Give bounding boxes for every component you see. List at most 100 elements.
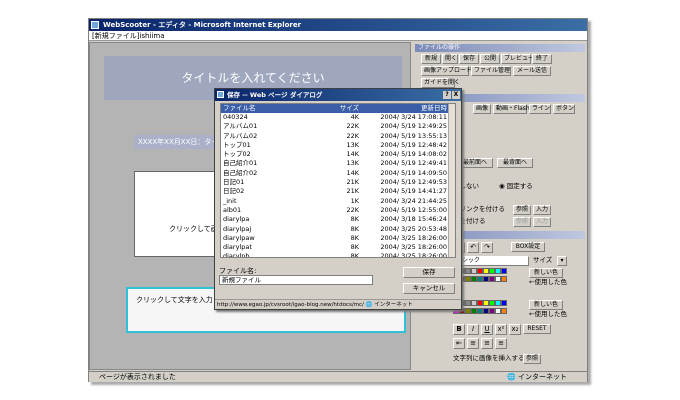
send-back-button[interactable]: 最背面へ [497,158,533,168]
text-box-hint: クリックして文字を入力 [136,296,213,304]
file-name-cell: diarylpaj [223,224,252,233]
file-row[interactable]: 日記02 21K 2004/ 5/19 14:41:27 [221,187,455,196]
window-title: WebScooter - エディタ - Microsoft Internet E… [103,21,302,29]
file-row[interactable]: diarylpa 8K 2004/ 3/18 15:46:24 [221,215,455,224]
used-color-label: ←使用した色 [529,278,567,286]
col-size[interactable]: サイズ [321,104,359,113]
file-list-scrollbar[interactable] [448,104,455,257]
insert-line-button[interactable]: ライン [529,104,551,114]
reset-button[interactable]: RESET [523,324,551,334]
link-input-button[interactable]: 入力 [533,205,551,215]
file-list[interactable]: ファイル名 サイズ 更新日時 040324 4K 2004/ 3/24 17:08:… [220,103,456,258]
align-right-icon[interactable]: ≡ [495,338,507,349]
file-date-cell: 2004/ 3/25 18:26:00 [380,252,447,258]
new-button[interactable]: 新規 [421,54,441,64]
file-row[interactable]: diarylpaw 8K 2004/ 3/25 18:26:00 [221,234,455,243]
file-name-cell: 日記02 [223,187,245,196]
file-row[interactable]: 自己紹介02 14K 2004/ 5/19 14:09:50 [221,169,455,178]
superscript-icon[interactable]: x² [495,324,507,335]
col-filename[interactable]: ファイル名 [221,104,321,113]
status-text: ページが表示されました [99,373,176,381]
chevron-down-icon: ▾ [560,257,564,264]
bring-front-button[interactable]: 最前面へ [457,158,493,168]
subscript-icon[interactable]: x₂ [509,324,521,335]
publish-button[interactable]: 公開 [480,54,500,64]
file-row[interactable]: alb01 22K 2004/ 5/19 12:55:00 [221,206,455,215]
open-button[interactable]: 開く [442,54,458,64]
save-button[interactable]: 保存 [459,54,479,64]
file-name-cell: diarylpa [223,215,250,224]
color-swatch[interactable] [501,308,507,314]
font-select[interactable]: ゴシック [453,256,529,266]
file-manage-button[interactable]: ファイル管理 [471,66,511,76]
window-titlebar: WebScooter - エディタ - Microsoft Internet E… [89,19,587,31]
globe-icon: 🌐 [365,302,375,308]
file-name-cell: diarylpat [223,243,252,252]
file-name-cell: diarylpaw [223,233,255,242]
box-setting-button[interactable]: BOX設定 [511,242,545,252]
file-row[interactable]: 日記01 21K 2004/ 5/19 12:49:53 [221,178,455,187]
position-fixed-label: 固定する [506,182,533,190]
file-size-cell: 22K [346,122,359,131]
color-swatch[interactable] [501,276,507,282]
dialog-status-zone: インターネット [374,302,413,308]
status-bar: ページが表示されました 🌐 インターネット [89,371,587,382]
file-row[interactable]: diarylpat 8K 2004/ 3/25 18:26:00 [221,243,455,252]
file-row[interactable]: _init 1K 2004/ 3/24 21:44:25 [221,197,455,206]
align-left-icon[interactable]: ≡ [467,338,479,349]
file-section-header: ファイルの操作 [415,44,585,52]
size-select[interactable]: ▾ [557,256,567,266]
save-dialog: 保存 -- Web ページ ダイアログ ? X ファイル名 サイズ 更新日時 0… [214,88,462,310]
file-name-line: [新規ファイル]ishiima [89,31,587,41]
redo-icon[interactable]: ↷ [481,242,493,253]
new-color-button-2[interactable]: 新しい色 [529,300,563,310]
file-size-cell: 8K [350,215,359,224]
insert-video-button[interactable]: 動画・Flash [493,104,530,114]
underline-icon[interactable]: U [481,324,493,335]
file-date-cell: 2004/ 3/25 20:53:48 [380,224,447,233]
link2-browse-button[interactable]: 参照 [513,217,531,227]
indent-icon[interactable]: ⇤ [453,338,465,349]
size-label: サイズ [533,256,553,264]
new-color-button[interactable]: 新しい色 [529,268,563,278]
mail-send-button[interactable]: メール送信 [513,66,551,76]
color-swatch[interactable] [501,268,507,274]
dialog-cancel-button[interactable]: キャンセル [403,283,455,294]
link2-input-button[interactable]: 入力 [533,217,551,227]
file-row[interactable]: 自己紹介01 13K 2004/ 5/19 12:49:41 [221,159,455,168]
align-icons-row: ⇤ ≡ ≡ ≡ [453,338,507,349]
file-row[interactable]: diarylpb 8K 2004/ 3/25 18:26:00 [221,252,455,258]
file-row[interactable]: アルバム01 22K 2004/ 5/19 12:49:25 [221,122,455,131]
filename-input[interactable]: 新規ファイル [219,275,373,285]
help-button[interactable]: ? [443,91,451,99]
dialog-save-button[interactable]: 保存 [403,267,455,278]
ie-icon [217,91,224,98]
file-size-cell: 13K [346,140,359,149]
align-center-icon[interactable]: ≡ [481,338,493,349]
insert-button-button[interactable]: ボタン [553,104,575,114]
link-browse-button[interactable]: 参照 [513,205,531,215]
file-name-cell: トップ01 [223,140,251,149]
italic-icon[interactable]: I [467,324,479,335]
file-row[interactable]: 040324 4K 2004/ 3/24 17:08:11 [221,113,455,122]
position-fixed-radio[interactable]: ◉ 固定する [499,182,533,191]
color-swatch[interactable] [501,300,507,306]
preview-button[interactable]: プレビュー [501,54,534,64]
close-button[interactable]: X [452,91,460,99]
exit-button[interactable]: 終了 [532,54,552,64]
image-insert-button[interactable]: 参照 [523,354,541,364]
col-modified[interactable]: 更新日時 [359,104,449,113]
file-date-cell: 2004/ 3/18 15:46:24 [380,215,447,224]
file-date-cell: 2004/ 3/25 18:26:00 [380,243,447,252]
dialog-status-bar: http://www.egao.jp/cvsroot/igao-blog.new… [215,299,461,309]
file-row[interactable]: トップ01 13K 2004/ 5/19 12:48:42 [221,141,455,150]
undo-icon[interactable]: ↶ [467,242,479,253]
guide-button[interactable]: ガイドを開く [421,78,460,88]
file-size-cell: 8K [350,252,359,258]
file-row[interactable]: アルバム02 22K 2004/ 5/19 13:55:13 [221,132,455,141]
radio-icon: ◉ [499,182,507,190]
image-upload-button[interactable]: 画像アップロード [421,66,472,76]
insert-image-button[interactable]: 画像 [473,104,491,114]
file-row[interactable]: diarylpaj 8K 2004/ 3/25 20:53:48 [221,225,455,234]
bold-icon[interactable]: B [453,324,465,335]
